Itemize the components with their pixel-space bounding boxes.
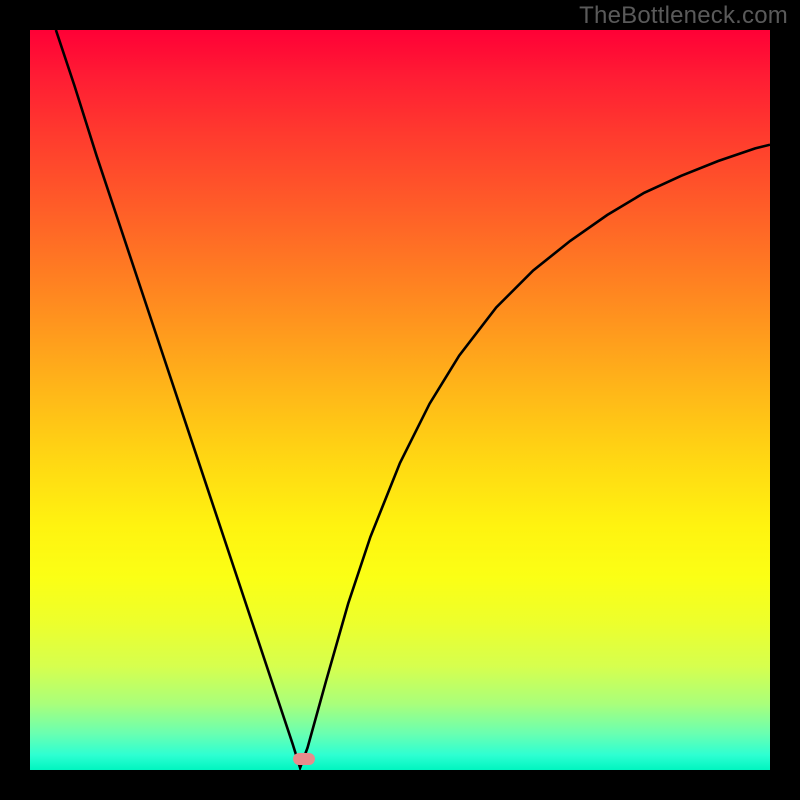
bottleneck-curve	[56, 30, 770, 768]
curve-svg	[30, 30, 770, 770]
chart-frame: TheBottleneck.com	[0, 0, 800, 800]
notch-marker	[293, 753, 315, 765]
watermark-text: TheBottleneck.com	[579, 2, 788, 30]
plot-area	[30, 30, 770, 770]
